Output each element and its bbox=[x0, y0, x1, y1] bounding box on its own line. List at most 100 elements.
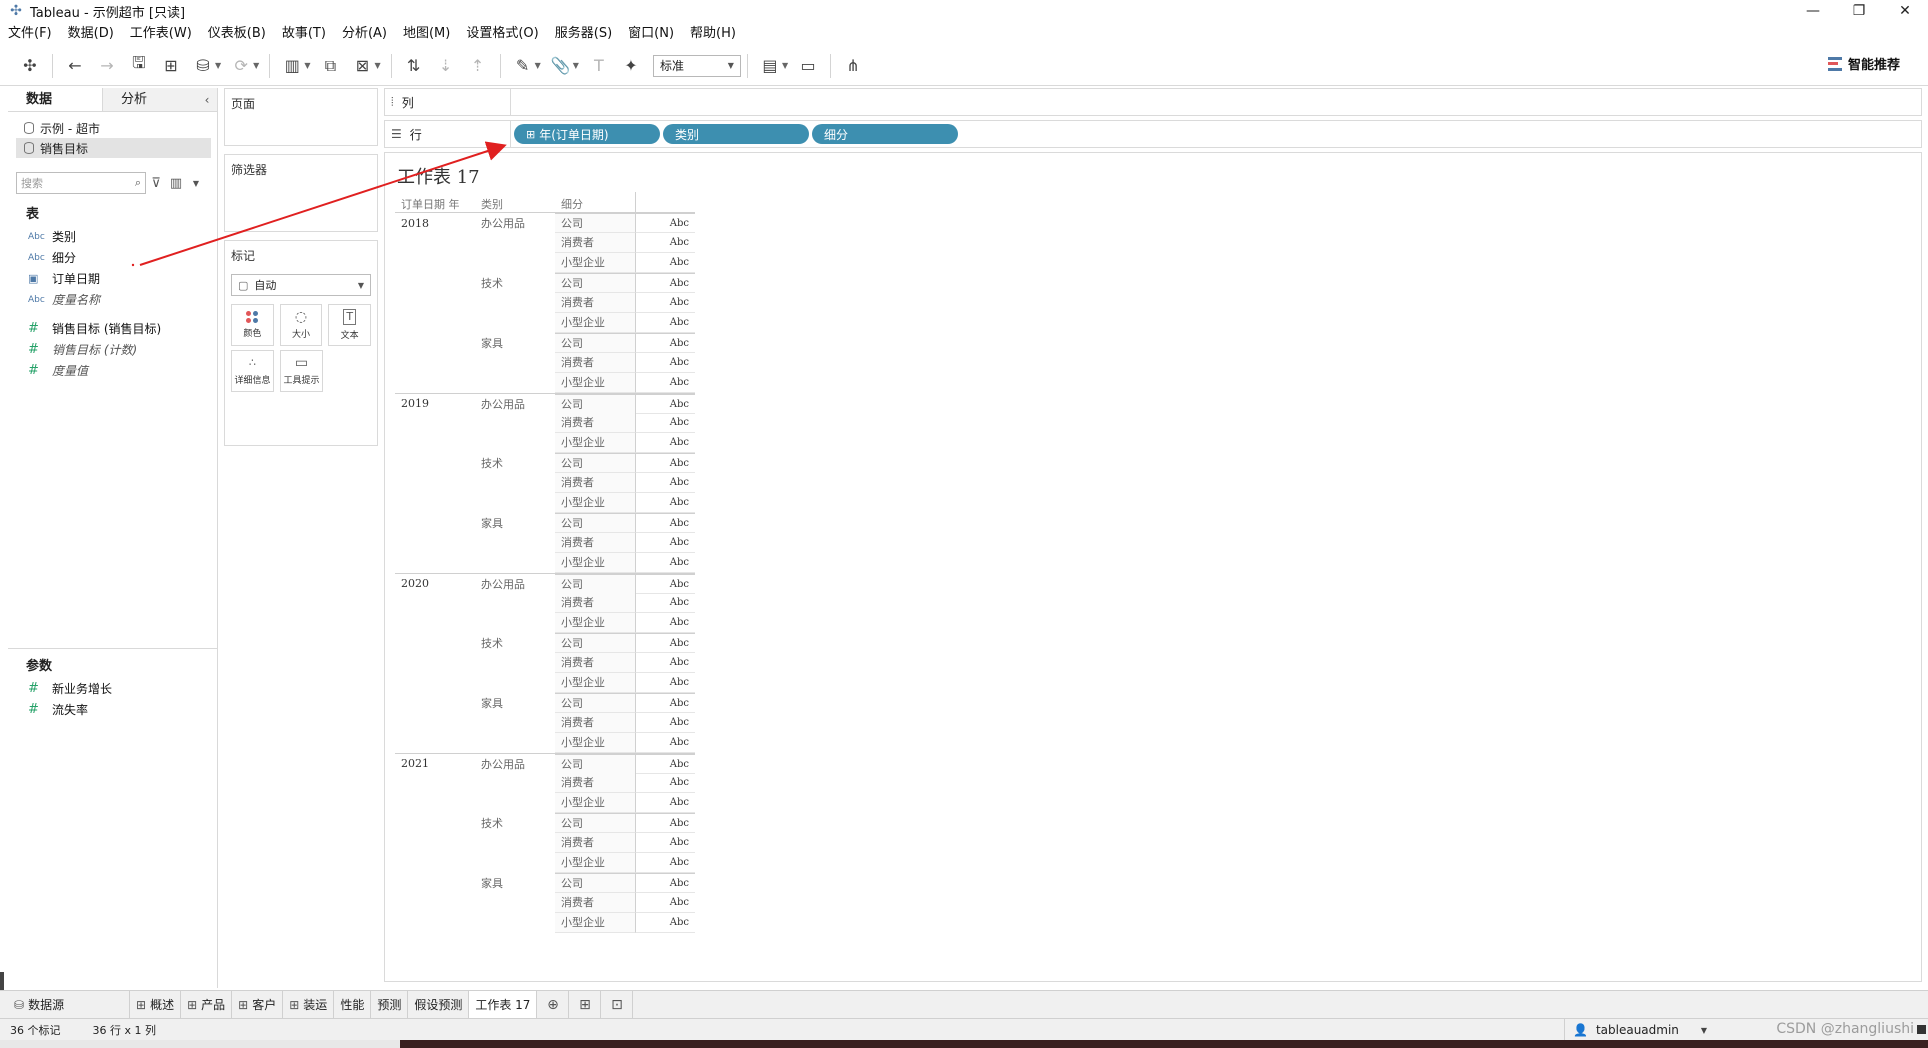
table-row[interactable]: 消费者 Abc bbox=[395, 593, 695, 613]
tab-datasource[interactable]: ⛁ 数据源 bbox=[0, 991, 130, 1018]
category-cell[interactable]: 技术 bbox=[475, 275, 555, 291]
value-cell[interactable]: Abc bbox=[635, 213, 695, 233]
category-cell[interactable]: 办公用品 bbox=[475, 396, 555, 412]
value-cell[interactable]: Abc bbox=[635, 713, 695, 733]
worksheet-view[interactable]: 工作表 17 订单日期 年 类别 细分 2018 办公用品 公司 Abc 消费者 Abc 小… bbox=[384, 152, 1922, 982]
value-cell[interactable]: Abc bbox=[635, 313, 695, 333]
table-row[interactable]: 消费者 Abc bbox=[395, 353, 695, 373]
segment-cell[interactable]: 消费者 bbox=[555, 353, 635, 373]
user-menu[interactable]: 👤 tableauadmin ▼ bbox=[1564, 1019, 1707, 1041]
segment-cell[interactable]: 公司 bbox=[555, 873, 635, 893]
value-cell[interactable]: Abc bbox=[635, 753, 695, 774]
year-cell[interactable]: 2018 bbox=[395, 217, 475, 230]
chevron-down-icon[interactable]: ▼ bbox=[573, 61, 579, 70]
rows-shelf[interactable]: ☰ 行 ⊞ 年(订单日期) 类别 细分 bbox=[384, 120, 1922, 148]
filter-icon[interactable]: ⊽ bbox=[146, 176, 166, 191]
category-cell[interactable]: 技术 bbox=[475, 455, 555, 471]
value-cell[interactable]: Abc bbox=[635, 913, 695, 933]
pages-shelf[interactable]: 页面 bbox=[224, 88, 378, 146]
value-cell[interactable]: Abc bbox=[635, 433, 695, 453]
tableau-start-icon[interactable]: ✣ bbox=[17, 53, 43, 79]
value-cell[interactable]: Abc bbox=[635, 393, 695, 414]
presentation-mode-icon[interactable]: ▭ bbox=[795, 53, 821, 79]
table-row[interactable]: 技术 公司 Abc bbox=[395, 633, 695, 653]
segment-cell[interactable]: 消费者 bbox=[555, 713, 635, 733]
pill-year-order-date[interactable]: ⊞ 年(订单日期) bbox=[514, 124, 660, 144]
value-cell[interactable]: Abc bbox=[635, 613, 695, 633]
table-row[interactable]: 小型企业 Abc bbox=[395, 493, 695, 513]
category-cell[interactable]: 家具 bbox=[475, 875, 555, 891]
restore-button[interactable]: ❐ bbox=[1836, 0, 1882, 22]
segment-cell[interactable]: 公司 bbox=[555, 573, 635, 594]
table-row[interactable]: 家具 公司 Abc bbox=[395, 873, 695, 893]
field-segment[interactable]: Abc 细分 bbox=[8, 247, 217, 268]
segment-cell[interactable]: 小型企业 bbox=[555, 433, 635, 453]
value-cell[interactable]: Abc bbox=[635, 693, 695, 713]
chevron-down-icon[interactable]: ▼ bbox=[535, 61, 541, 70]
segment-cell[interactable]: 公司 bbox=[555, 513, 635, 533]
table-row[interactable]: 小型企业 Abc bbox=[395, 433, 695, 453]
header-segment[interactable]: 细分 bbox=[555, 196, 635, 212]
value-cell[interactable]: Abc bbox=[635, 233, 695, 253]
segment-cell[interactable]: 小型企业 bbox=[555, 553, 635, 573]
category-cell[interactable]: 技术 bbox=[475, 815, 555, 831]
new-data-source-icon[interactable]: ⊞ bbox=[158, 53, 184, 79]
segment-cell[interactable]: 消费者 bbox=[555, 593, 635, 613]
pill-category[interactable]: 类别 bbox=[663, 124, 809, 144]
fit-dropdown[interactable]: 标准 ▼ bbox=[652, 54, 741, 77]
sort-descending-icon[interactable]: ⇡ bbox=[465, 53, 491, 79]
segment-cell[interactable]: 消费者 bbox=[555, 773, 635, 793]
swap-rows-columns-icon[interactable]: ⇅ bbox=[401, 53, 427, 79]
segment-cell[interactable]: 小型企业 bbox=[555, 853, 635, 873]
table-row[interactable]: 消费者 Abc bbox=[395, 413, 695, 433]
tab-performance[interactable]: 性能 bbox=[334, 991, 372, 1018]
segment-cell[interactable]: 公司 bbox=[555, 273, 635, 293]
tab-what-if-forecast[interactable]: 假设预测 bbox=[408, 991, 470, 1018]
table-row[interactable]: 小型企业 Abc bbox=[395, 853, 695, 873]
chevron-down-icon[interactable]: ▼ bbox=[215, 61, 221, 70]
menu-analysis[interactable]: 分析(A) bbox=[334, 22, 395, 46]
chevron-down-icon[interactable]: ▼ bbox=[304, 61, 310, 70]
category-cell[interactable]: 办公用品 bbox=[475, 756, 555, 772]
header-year[interactable]: 订单日期 年 bbox=[395, 196, 475, 212]
table-row[interactable]: 技术 公司 Abc bbox=[395, 273, 695, 293]
menu-server[interactable]: 服务器(S) bbox=[547, 22, 620, 46]
segment-cell[interactable]: 小型企业 bbox=[555, 673, 635, 693]
table-row[interactable]: 家具 公司 Abc bbox=[395, 693, 695, 713]
table-row[interactable]: 消费者 Abc bbox=[395, 533, 695, 553]
chevron-down-icon[interactable]: ▼ bbox=[782, 61, 788, 70]
share-icon[interactable]: ⋔ bbox=[840, 53, 866, 79]
tooltip-button[interactable]: ▭ 工具提示 bbox=[280, 350, 323, 392]
table-row[interactable]: 小型企业 Abc bbox=[395, 313, 695, 333]
value-cell[interactable]: Abc bbox=[635, 853, 695, 873]
year-cell[interactable]: 2020 bbox=[395, 577, 475, 590]
group-members-icon[interactable]: 📎 bbox=[548, 53, 574, 79]
menu-worksheet[interactable]: 工作表(W) bbox=[122, 22, 200, 46]
mark-type-dropdown[interactable]: ▢ 自动 ▼ bbox=[231, 274, 371, 296]
chevron-down-icon[interactable]: ▼ bbox=[374, 61, 380, 70]
new-dashboard-icon[interactable]: ⊞ bbox=[569, 991, 602, 1018]
value-cell[interactable]: Abc bbox=[635, 293, 695, 313]
tab-data[interactable]: 数据 bbox=[8, 88, 102, 111]
value-cell[interactable]: Abc bbox=[635, 633, 695, 653]
menu-format[interactable]: 设置格式(O) bbox=[458, 22, 546, 46]
segment-cell[interactable]: 消费者 bbox=[555, 893, 635, 913]
value-cell[interactable]: Abc bbox=[635, 653, 695, 673]
value-cell[interactable]: Abc bbox=[635, 773, 695, 793]
collapse-pane-icon[interactable]: ‹ bbox=[197, 88, 217, 111]
view-options-icon[interactable]: ▥ bbox=[166, 176, 186, 191]
menu-file[interactable]: 文件(F) bbox=[0, 22, 60, 46]
chevron-down-icon[interactable]: ▼ bbox=[253, 61, 259, 70]
value-cell[interactable]: Abc bbox=[635, 733, 695, 753]
table-row[interactable]: 消费者 Abc bbox=[395, 653, 695, 673]
chevron-down-icon[interactable]: ▼ bbox=[186, 179, 206, 188]
segment-cell[interactable]: 小型企业 bbox=[555, 493, 635, 513]
param-churn-rate[interactable]: # 流失率 bbox=[8, 699, 218, 720]
datasource-superstore[interactable]: 示例 - 超市 bbox=[8, 118, 217, 138]
value-cell[interactable]: Abc bbox=[635, 813, 695, 833]
menu-story[interactable]: 故事(T) bbox=[274, 22, 334, 46]
value-cell[interactable]: Abc bbox=[635, 333, 695, 353]
table-row[interactable]: 小型企业 Abc bbox=[395, 253, 695, 273]
category-cell[interactable]: 技术 bbox=[475, 635, 555, 651]
table-row[interactable]: 技术 公司 Abc bbox=[395, 453, 695, 473]
